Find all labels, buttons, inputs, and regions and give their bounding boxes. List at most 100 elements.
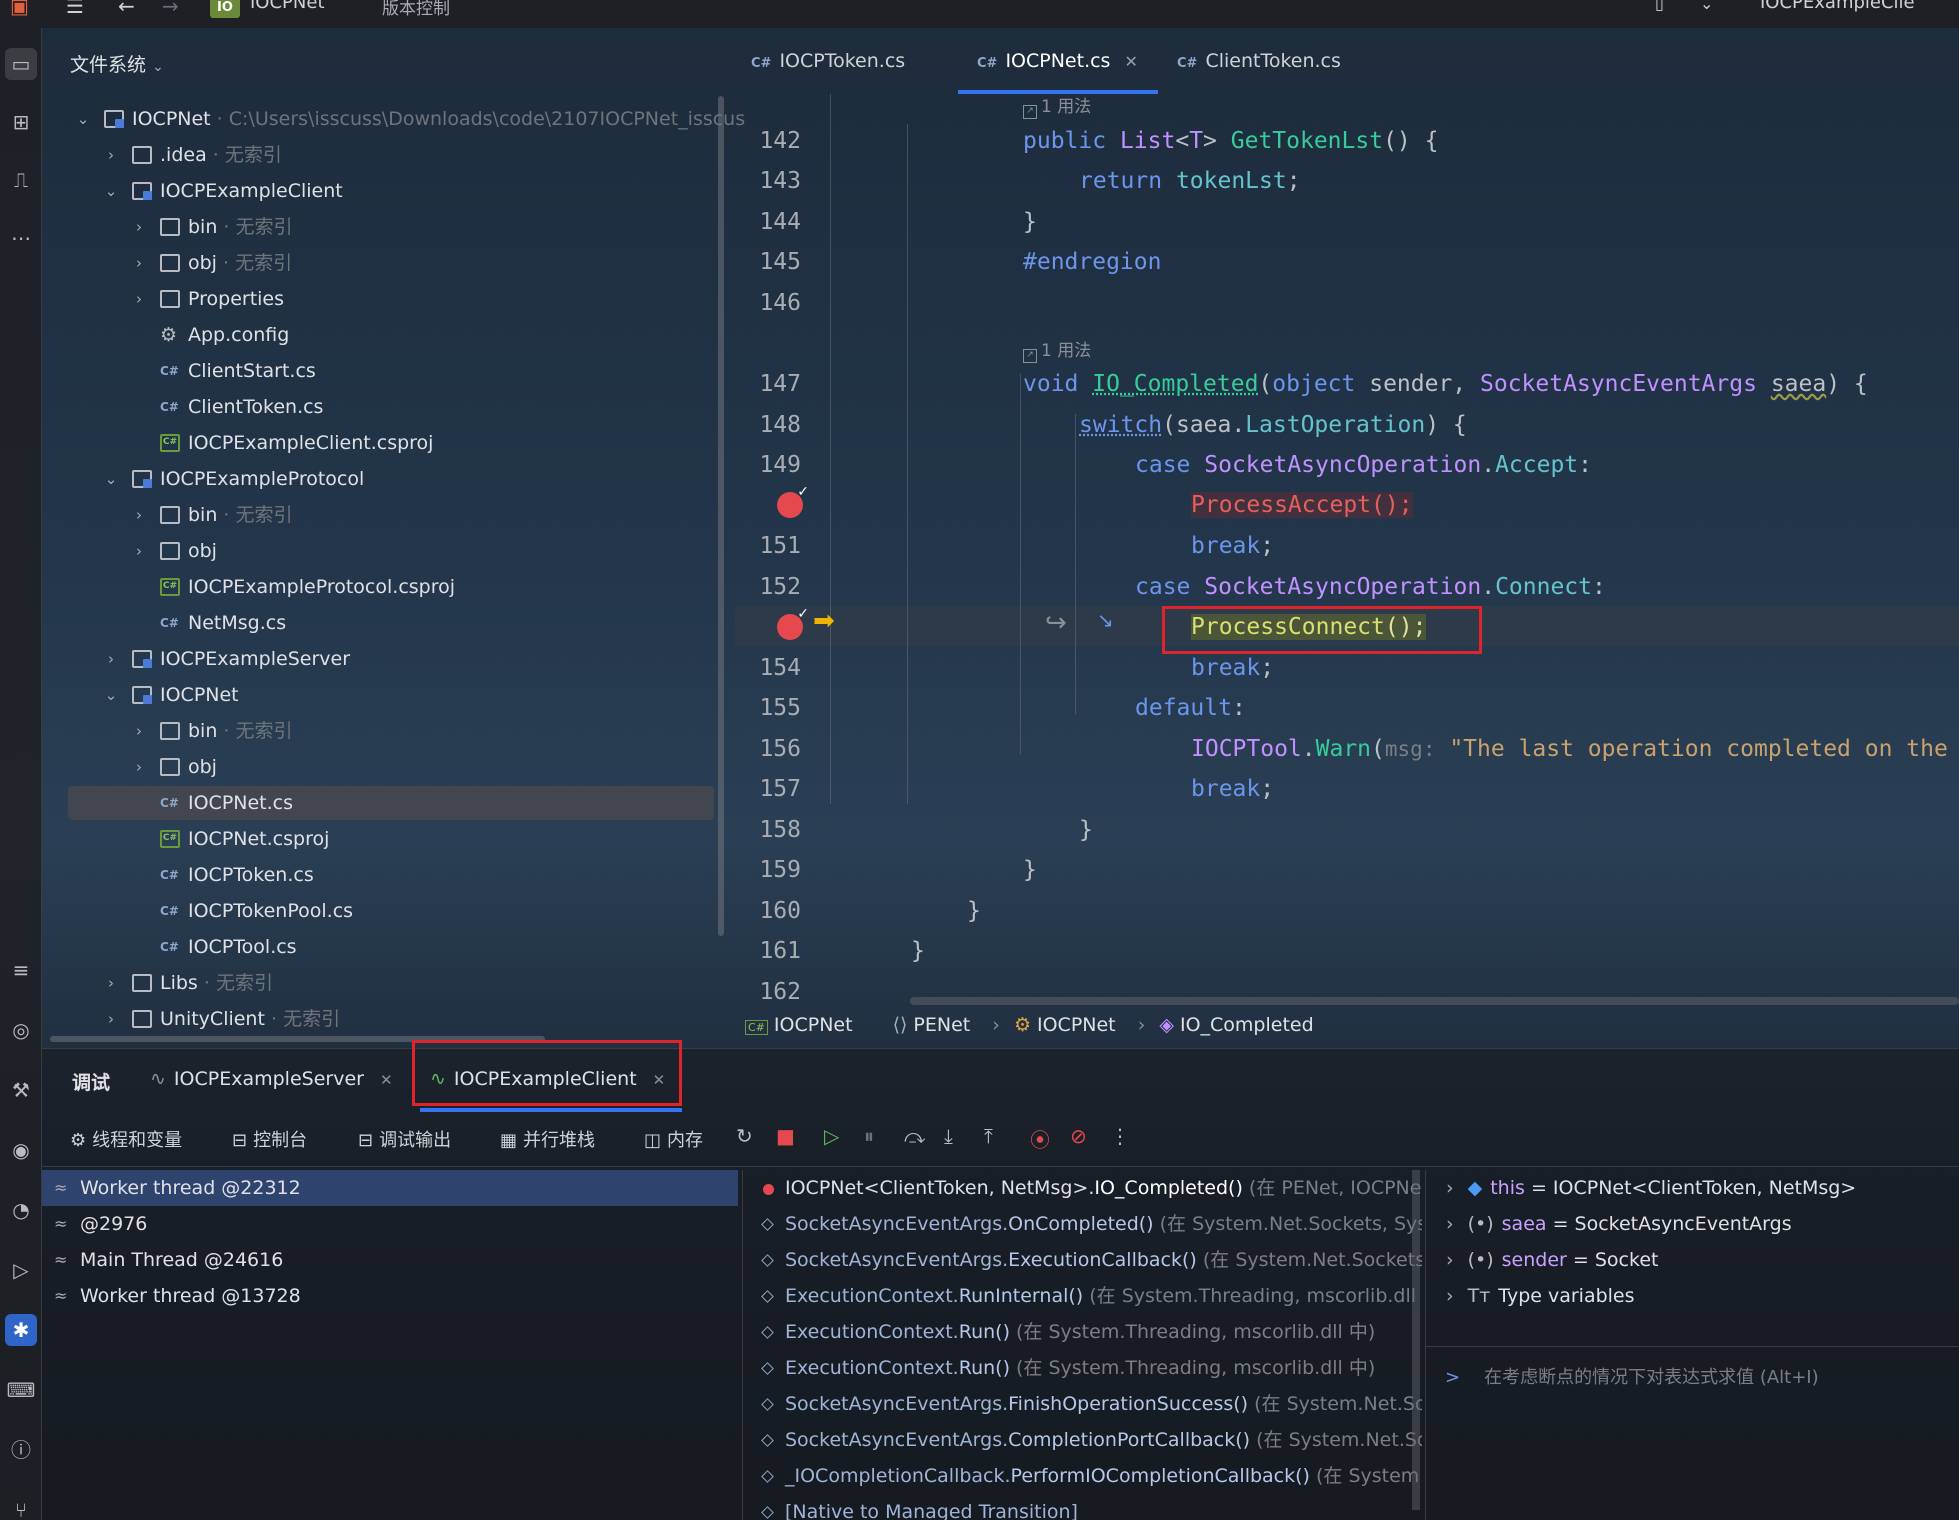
breadcrumb-item-project[interactable]: C# IOCPNet <box>745 1014 861 1036</box>
evaluate-expression-input[interactable]: > 在考虑断点的情况下对表达式求值 (Alt+I) <box>1425 1346 1959 1402</box>
tree-item[interactable]: ⌄ IOCPExampleProtocol <box>68 462 714 496</box>
chevron-right-icon[interactable]: › <box>1446 1177 1454 1199</box>
terminal-icon[interactable]: ⌨ <box>5 1374 37 1406</box>
debug-output-tab[interactable]: ⊟ 调试输出 <box>358 1126 451 1152</box>
services-icon[interactable]: ◎ <box>5 1014 37 1046</box>
todo-list-icon[interactable]: ≡ <box>5 954 37 986</box>
project-name[interactable]: IOCPNet <box>250 0 325 13</box>
unit-test-icon[interactable]: ◉ <box>5 1134 37 1166</box>
chevron-right-icon[interactable]: › <box>130 246 148 280</box>
chevron-right-icon[interactable]: › <box>1446 1285 1454 1307</box>
tree-item[interactable]: › .idea · 无索引 <box>68 138 714 172</box>
thread-item[interactable]: ≈ @2976 <box>42 1206 738 1242</box>
more-options-icon[interactable]: ⋮ <box>1110 1124 1130 1148</box>
threads-variables-tab[interactable]: ⚙ 线程和变量 <box>70 1126 182 1152</box>
breadcrumb-item-namespace[interactable]: ⟨⟩ PENet <box>893 1014 979 1036</box>
variable-row[interactable]: › ◆ this = IOCPNet<ClientToken, NetMsg> <box>1426 1170 1856 1206</box>
chevron-right-icon[interactable]: › <box>1446 1213 1454 1235</box>
project-badge[interactable]: IO <box>210 0 240 18</box>
step-into-icon[interactable]: ⤓ <box>944 1124 953 1148</box>
chevron-right-icon[interactable]: › <box>102 1002 120 1036</box>
tree-item[interactable]: › IOCPExampleServer <box>68 642 714 676</box>
run-to-cursor-icon[interactable]: ↘ <box>1097 608 1114 632</box>
stop-icon[interactable]: ■ <box>776 1124 795 1148</box>
thread-item[interactable]: ≈ Worker thread @22312 <box>42 1170 738 1206</box>
chevron-down-icon[interactable]: ⌄ <box>102 462 120 496</box>
vcs-menu[interactable]: 版本控制 <box>382 0 450 19</box>
tree-vertical-scrollbar[interactable] <box>718 96 724 936</box>
step-over-icon[interactable]: ⤼ <box>904 1124 925 1148</box>
breakpoint-icon[interactable] <box>777 484 809 518</box>
chevron-right-icon[interactable]: › <box>102 966 120 1000</box>
usage-hint[interactable]: ↗ 1 用法 <box>1023 92 1091 119</box>
tree-item[interactable]: › bin · 无索引 <box>68 498 714 532</box>
tree-item[interactable]: C# ClientStart.cs <box>68 354 714 388</box>
pause-icon[interactable]: ⏸ <box>864 1124 874 1148</box>
tree-item[interactable]: C# IOCPNet.cs <box>68 786 714 820</box>
chevron-right-icon[interactable]: › <box>130 498 148 532</box>
mute-breakpoints-icon[interactable]: ⊘ <box>1070 1124 1087 1148</box>
memory-tab[interactable]: ◫ 内存 <box>644 1126 703 1152</box>
chevron-right-icon[interactable]: › <box>130 534 148 568</box>
close-icon[interactable]: ✕ <box>380 1071 393 1089</box>
tree-item[interactable]: ⌄ IOCPExampleClient <box>68 174 714 208</box>
thread-item[interactable]: ≈ Worker thread @13728 <box>42 1278 738 1314</box>
view-breakpoints-icon[interactable]: ⦿ <box>1030 1124 1050 1153</box>
git-icon[interactable]: ⑂ <box>5 1494 37 1520</box>
restart-icon[interactable]: ↻ <box>736 1124 753 1148</box>
close-icon[interactable]: ✕ <box>1124 52 1137 71</box>
chevron-right-icon[interactable]: › <box>130 210 148 244</box>
tree-item[interactable]: C# IOCPToken.cs <box>68 858 714 892</box>
chevron-down-icon[interactable]: ⌄ <box>74 102 92 136</box>
step-over-icon[interactable]: ↪ <box>1045 608 1067 638</box>
tree-item[interactable]: C# IOCPNet.csproj <box>68 822 714 856</box>
stack-frame[interactable]: IOCPNet<ClientToken, NetMsg>.IO_Complete… <box>743 1170 1422 1206</box>
console-tab[interactable]: ⊟ 控制台 <box>232 1126 307 1152</box>
tab-iocpnet[interactable]: C# IOCPNet.cs ✕ <box>977 50 1138 72</box>
tree-item[interactable]: › obj <box>68 750 714 784</box>
thread-item[interactable]: ≈ Main Thread @24616 <box>42 1242 738 1278</box>
chevron-right-icon[interactable]: › <box>102 138 120 172</box>
variable-row[interactable]: › Tт Type variables <box>1426 1278 1635 1314</box>
tree-item[interactable]: › Properties <box>68 282 714 316</box>
breakpoint-icon[interactable] <box>777 606 809 640</box>
stack-frame[interactable]: [Native to Managed Transition] <box>743 1494 1078 1520</box>
stack-frame[interactable]: SocketAsyncEventArgs.CompletionPortCallb… <box>743 1422 1422 1458</box>
chevron-right-icon[interactable]: › <box>1446 1249 1454 1271</box>
bookmark-icon[interactable]: ⎍ <box>5 164 37 196</box>
run-icon[interactable]: ▷ <box>5 1254 37 1286</box>
tree-item[interactable]: ⚙ App.config <box>68 318 714 352</box>
chevron-down-icon[interactable]: ⌄ <box>1700 0 1713 13</box>
parallel-stacks-tab[interactable]: ▦ 并行堆栈 <box>500 1126 595 1152</box>
chevron-right-icon[interactable]: › <box>130 282 148 316</box>
stack-frame[interactable]: SocketAsyncEventArgs.OnCompleted() (在 Sy… <box>743 1206 1422 1242</box>
stack-frame[interactable]: SocketAsyncEventArgs.FinishOperationSucc… <box>743 1386 1422 1422</box>
tree-item[interactable]: › obj · 无索引 <box>68 246 714 280</box>
stack-frame[interactable]: ExecutionContext.Run() (在 System.Threadi… <box>743 1314 1375 1350</box>
tree-item[interactable]: C# IOCPTool.cs <box>68 930 714 964</box>
editor-horizontal-scrollbar[interactable] <box>910 997 1959 1005</box>
tree-title[interactable]: 文件系统 ⌄ <box>70 50 164 77</box>
more-icon[interactable]: ⋯ <box>5 222 37 254</box>
session-tab-server[interactable]: ∿ IOCPExampleServer ✕ <box>150 1068 393 1090</box>
tree-item[interactable]: C# NetMsg.cs <box>68 606 714 640</box>
main-menu-icon[interactable]: ☰ <box>66 0 84 18</box>
tree-item[interactable]: ⌄ IOCPNet · C:\Users\isscuss\Downloads\co… <box>68 102 745 136</box>
tree-item[interactable]: C# IOCPExampleClient.csproj <box>68 426 714 460</box>
chevron-right-icon[interactable]: › <box>130 714 148 748</box>
tab-clienttoken[interactable]: C# ClientToken.cs <box>1177 50 1341 72</box>
tree-item[interactable]: › bin · 无索引 <box>68 210 714 244</box>
tree-item[interactable]: C# ClientToken.cs <box>68 390 714 424</box>
code-editor[interactable]: ↗ 1 用法 ↗ 1 用法 142 143 144 145 146 147 148 … <box>735 94 1959 1006</box>
usage-hint[interactable]: ↗ 1 用法 <box>1023 336 1091 363</box>
resume-icon[interactable]: ▷ <box>824 1124 839 1148</box>
tree-item[interactable]: › UnityClient · 无索引 <box>68 1002 714 1036</box>
stack-frame[interactable]: _IOCompletionCallback.PerformIOCompletio… <box>743 1458 1419 1494</box>
back-icon[interactable]: ← <box>118 0 135 18</box>
device-icon[interactable]: ▯ <box>1655 0 1664 13</box>
chevron-right-icon[interactable]: › <box>130 750 148 784</box>
profiler-icon[interactable]: ◔ <box>5 1194 37 1226</box>
chevron-down-icon[interactable]: ⌄ <box>102 678 120 712</box>
chevron-right-icon[interactable]: › <box>102 642 120 676</box>
stack-frame[interactable]: ExecutionContext.Run() (在 System.Threadi… <box>743 1350 1375 1386</box>
